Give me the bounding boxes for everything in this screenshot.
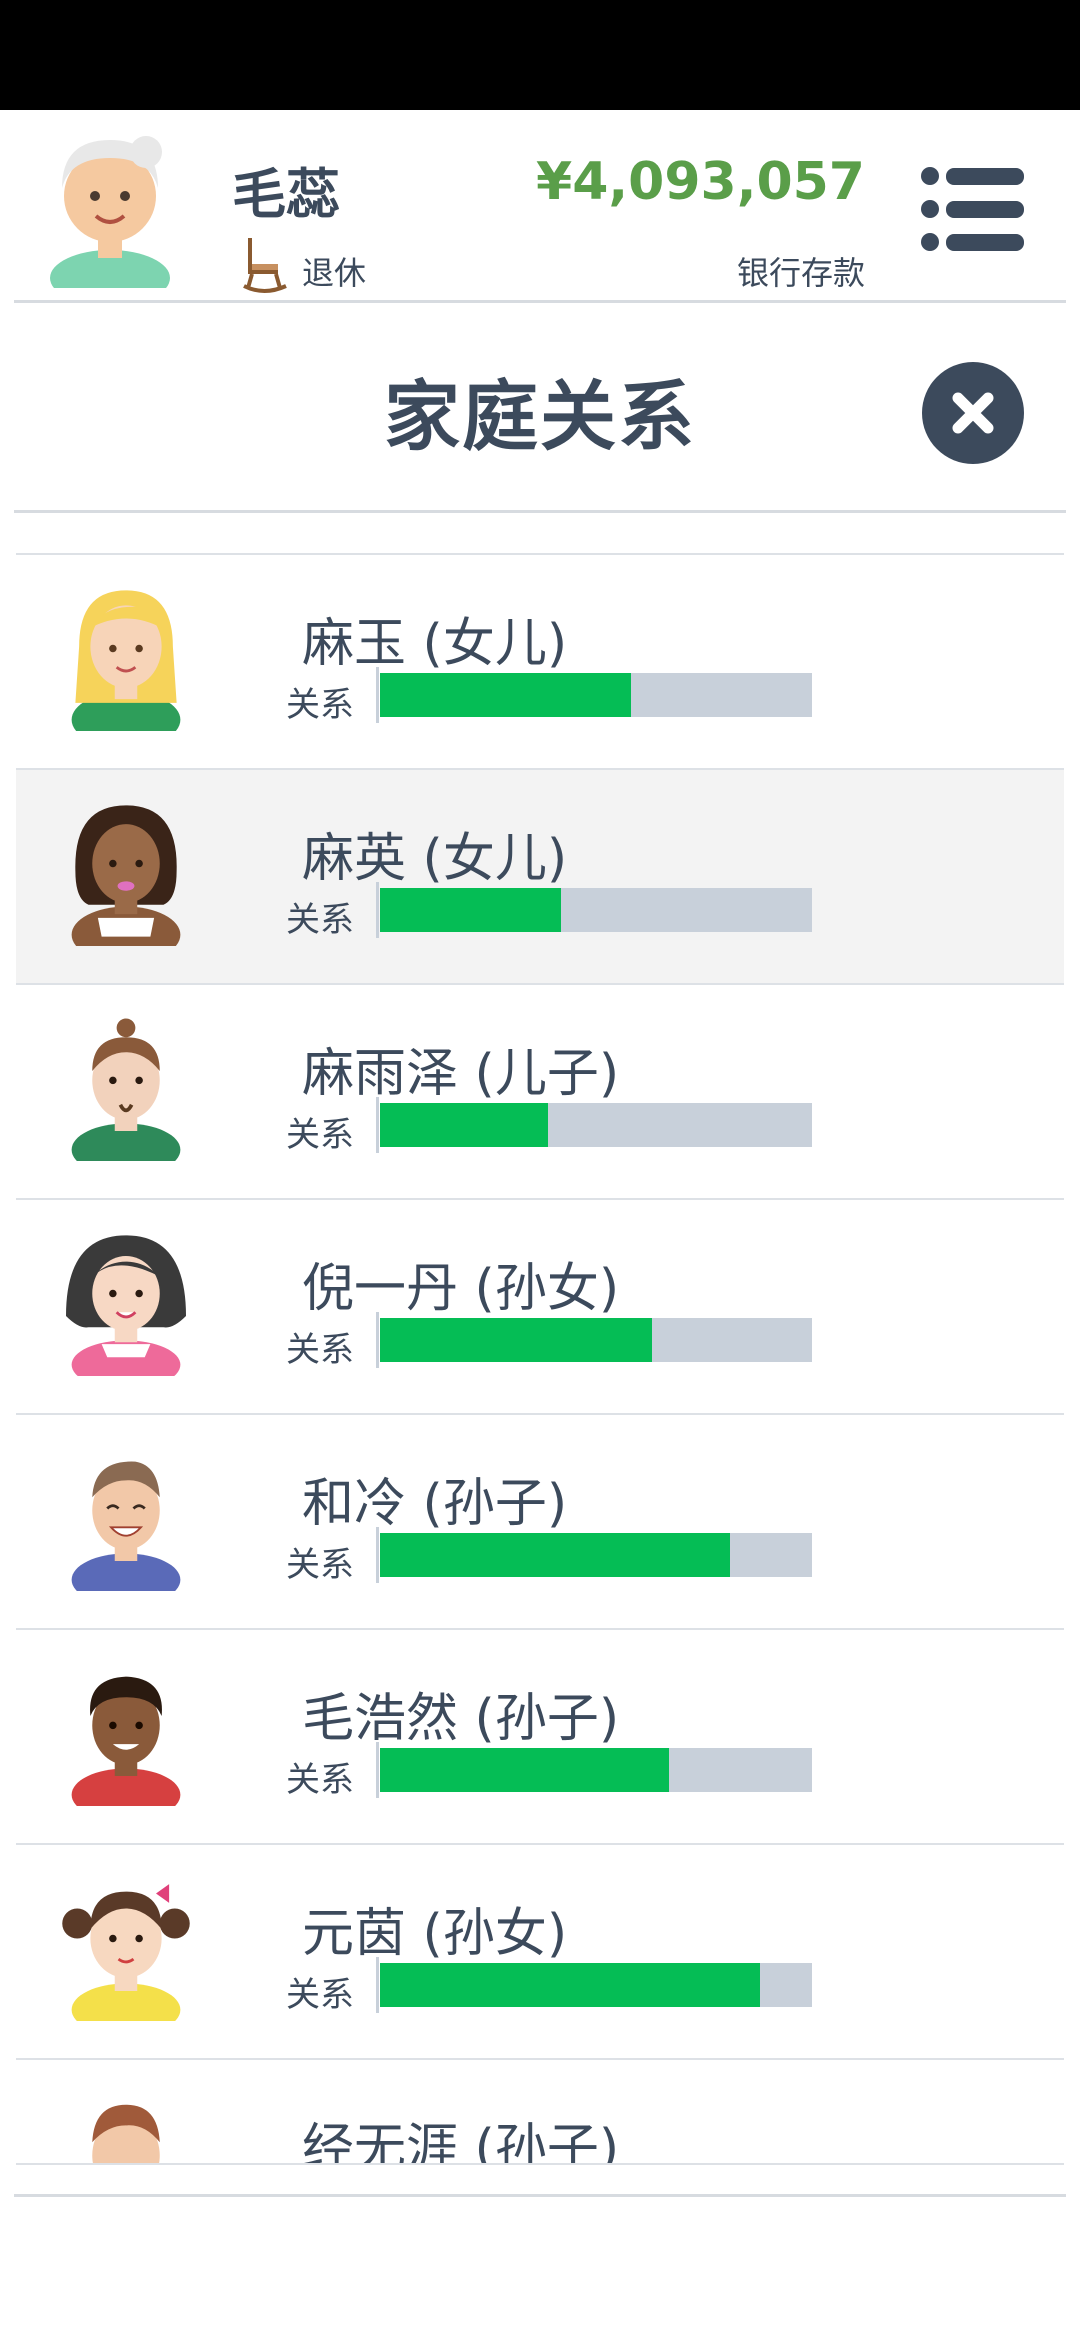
- relationship-bar-tick: [376, 1527, 379, 1583]
- blonde-woman-avatar: [71, 590, 181, 731]
- relationship-bar-fill: [380, 888, 562, 932]
- rocking-chair-icon: [243, 238, 287, 293]
- bank-balance: ¥4,093,057: [536, 152, 865, 212]
- relationship-bar-fill: [380, 1963, 761, 2007]
- dark-skinned-woman-avatar: [71, 805, 181, 946]
- relationship-bar-tick: [376, 1097, 379, 1153]
- pigtail-girl-avatar: [62, 1884, 190, 2021]
- menu-list-icon[interactable]: [918, 164, 1028, 254]
- man-with-topknot-avatar: [71, 1018, 181, 1161]
- family-member-row[interactable]: 麻英 (女儿) 关系: [16, 770, 1064, 985]
- dark-haired-girl-avatar: [66, 1235, 186, 1376]
- relationship-label: 关系: [286, 1330, 354, 1370]
- header-divider: [14, 300, 1066, 303]
- close-icon: [952, 392, 994, 434]
- relationship-bar-fill: [380, 1103, 549, 1147]
- job-status: 退休: [302, 254, 367, 292]
- family-member-row[interactable]: 经无涯 (孙子): [16, 2060, 1064, 2165]
- player-avatar: [50, 136, 170, 288]
- player-name: 毛蕊: [232, 163, 340, 226]
- status-bar: [0, 0, 1080, 110]
- relationship-bar: [380, 1748, 812, 1792]
- relationship-bar-fill: [380, 673, 631, 717]
- family-list[interactable]: 麻玉 (女儿) 关系 麻英 (女儿) 关系 麻雨泽 (儿子) 关系 倪一丹 (孙女) 关系 和冷…: [16, 553, 1064, 2197]
- relationship-bar-fill: [380, 1748, 670, 1792]
- relationship-label: 关系: [286, 1545, 354, 1585]
- relationship-label: 关系: [286, 1115, 354, 1155]
- title-divider: [14, 510, 1066, 513]
- family-member-row[interactable]: 和冷 (孙子) 关系: [16, 1415, 1064, 1630]
- family-member-name: 和冷 (孙子): [302, 1474, 568, 1534]
- family-member-name: 元茵 (孙女): [302, 1904, 568, 1964]
- laughing-boy-avatar: [71, 1461, 181, 1591]
- family-member-name: 麻雨泽 (儿子): [302, 1044, 620, 1104]
- relationship-label: 关系: [286, 1760, 354, 1800]
- family-member-name: 经无涯 (孙子): [302, 2119, 620, 2165]
- family-member-row[interactable]: 麻玉 (女儿) 关系: [16, 555, 1064, 770]
- modal-title: 家庭关系: [384, 372, 696, 461]
- relationship-bar-fill: [380, 1533, 730, 1577]
- relationship-label: 关系: [286, 1975, 354, 2015]
- relationship-bar: [380, 888, 812, 932]
- relationship-bar: [380, 1533, 812, 1577]
- family-member-name: 麻玉 (女儿): [302, 614, 568, 674]
- family-member-row[interactable]: 毛浩然 (孙子) 关系: [16, 1630, 1064, 1845]
- bank-balance-label: 银行存款: [736, 254, 865, 292]
- list-bottom-divider: [14, 2194, 1066, 2197]
- family-member-name: 麻英 (女儿): [302, 829, 568, 889]
- relationship-bar-tick: [376, 882, 379, 938]
- header: 毛蕊 退休 ¥4,093,057 银行存款: [0, 110, 1080, 300]
- brown-haired-boy-avatar: [92, 2104, 160, 2163]
- relationship-bar: [380, 1318, 812, 1362]
- relationship-bar: [380, 1103, 812, 1147]
- family-member-name: 毛浩然 (孙子): [302, 1689, 620, 1749]
- relationship-bar: [380, 1963, 812, 2007]
- relationship-bar: [380, 673, 812, 717]
- relationship-bar-fill: [380, 1318, 653, 1362]
- relationship-bar-tick: [376, 1312, 379, 1368]
- relationship-label: 关系: [286, 685, 354, 725]
- family-member-row[interactable]: 麻雨泽 (儿子) 关系: [16, 985, 1064, 1200]
- close-button[interactable]: [922, 362, 1024, 464]
- family-member-name: 倪一丹 (孙女): [302, 1259, 620, 1319]
- relationship-bar-tick: [376, 1742, 379, 1798]
- family-member-row[interactable]: 元茵 (孙女) 关系: [16, 1845, 1064, 2060]
- relationship-bar-tick: [376, 1957, 379, 2013]
- relationship-bar-tick: [376, 667, 379, 723]
- relationship-label: 关系: [286, 900, 354, 940]
- curly-haired-boy-avatar: [71, 1676, 181, 1806]
- family-member-row[interactable]: 倪一丹 (孙女) 关系: [16, 1200, 1064, 1415]
